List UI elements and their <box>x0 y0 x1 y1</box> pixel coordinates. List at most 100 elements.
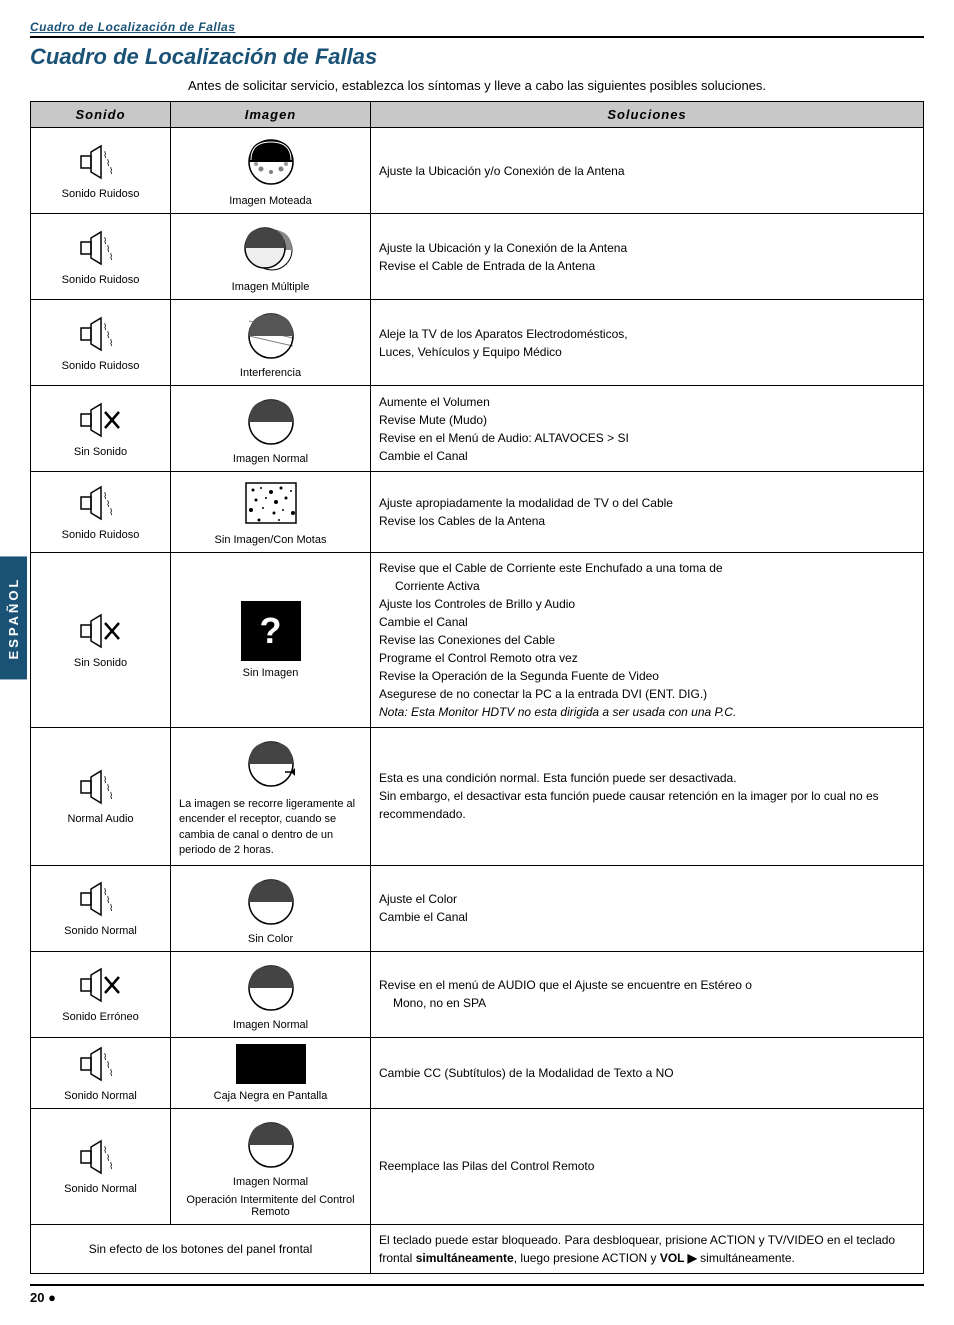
sound-label-3: Sonido Ruidoso <box>62 360 140 372</box>
col-header-sound: Sonido <box>31 102 171 128</box>
sound-cell-11: ⌇ ⌇ ⌇ Sonido Normal <box>39 1137 162 1195</box>
image-label-3: Interferencia <box>240 367 301 379</box>
table-row: ⌇ ⌇ ⌇ Sonido Ruidoso <box>31 128 924 214</box>
language-tab: ESPAÑOL <box>0 556 27 679</box>
page-number: 20 <box>30 1290 44 1305</box>
sub-label-11: Operación Intermitente del Control Remot… <box>179 1194 362 1218</box>
solutions-9: Revise en el menú de AUDIO que el Ajuste… <box>379 976 915 1012</box>
sound-label-7: Normal Audio <box>67 813 133 825</box>
sound-cell-7: ⌇ ⌇ ⌇ Normal Audio <box>39 767 162 825</box>
image-label-4: Imagen Normal <box>233 453 308 465</box>
solutions-5: Ajuste apropiadamente la modalidad de TV… <box>379 494 915 530</box>
image-cell-10: Caja Negra en Pantalla <box>179 1044 362 1102</box>
svg-text:⌇: ⌇ <box>109 791 113 801</box>
image-cell-8: Sin Color <box>179 872 362 945</box>
solutions-2: Ajuste la Ubicación y la Conexión de la … <box>379 239 915 275</box>
noisy-sound-icon: ⌇ ⌇ ⌇ <box>73 142 128 182</box>
svg-text:⌇: ⌇ <box>109 252 113 262</box>
sound-cell: ⌇ ⌇ ⌇ Sonido Ruidoso <box>39 142 162 200</box>
sound-label-5: Sonido Ruidoso <box>62 529 140 541</box>
page-footer: 20 ● <box>30 1284 924 1305</box>
image-label-5: Sin Imagen/Con Motas <box>215 534 327 546</box>
table-row: ⌇ ⌇ ⌇ Sonido Normal Imagen Normal <box>31 1108 924 1224</box>
muted-sound-icon <box>73 400 128 440</box>
intro-text: Antes de solicitar servicio, establezca … <box>30 78 924 93</box>
noisy-sound-icon-3: ⌇ ⌇ ⌇ <box>73 314 128 354</box>
scroll-image-icon <box>241 734 301 789</box>
image-label-2: Imagen Múltiple <box>232 281 310 293</box>
image-cell-7: La imagen se recorre ligeramente al ence… <box>179 734 362 859</box>
interferencia-icon <box>241 306 301 361</box>
imagen-normal-icon-9 <box>241 958 301 1013</box>
image-cell-11: Imagen Normal Operación Intermitente del… <box>179 1115 362 1218</box>
normal-sound-icon-10: ⌇ ⌇ ⌇ <box>73 1044 128 1084</box>
table-row: Sonido Erróneo Imagen Normal Revise en e… <box>31 951 924 1037</box>
solutions-8: Ajuste el Color Cambie el Canal <box>379 890 915 926</box>
normal-audio-icon: ⌇ ⌇ ⌇ <box>73 767 128 807</box>
solutions-last: El teclado puede estar bloqueado. Para d… <box>379 1231 915 1267</box>
question-mark-box: ? <box>241 601 301 661</box>
svg-text:⌇: ⌇ <box>109 1068 113 1078</box>
sound-label-9: Sonido Erróneo <box>62 1011 138 1023</box>
table-row: ⌇ ⌇ ⌇ Sonido Ruidoso <box>31 214 924 300</box>
sound-cell-8: ⌇ ⌇ ⌇ Sonido Normal <box>39 879 162 937</box>
table-row: ⌇ ⌇ ⌇ Sonido Ruidoso <box>31 300 924 386</box>
page-title: Cuadro de Localización de Fallas <box>30 44 924 70</box>
image-cell: Imagen Moteada <box>179 134 362 207</box>
table-row: Sin Sonido Imagen Normal Aument <box>31 386 924 472</box>
footer-bullet: ● <box>48 1290 56 1305</box>
sound-cell-4: Sin Sonido <box>39 400 162 458</box>
sound-label-1: Sonido Ruidoso <box>62 188 140 200</box>
black-box-image <box>236 1044 306 1084</box>
sound-cell-10: ⌇ ⌇ ⌇ Sonido Normal <box>39 1044 162 1102</box>
solutions-1: Ajuste la Ubicación y/o Conexión de la A… <box>379 162 915 180</box>
image-label-11: Imagen Normal <box>233 1176 308 1188</box>
image-label-9: Imagen Normal <box>233 1019 308 1031</box>
muted-sound-icon-6 <box>73 611 128 651</box>
solutions-3: Aleje la TV de los Aparatos Electrodomés… <box>379 325 915 361</box>
table-row: ⌇ ⌇ ⌇ Normal Audio <box>31 728 924 866</box>
sound-label-11: Sonido Normal <box>64 1183 137 1195</box>
solutions-7: Esta es una condición normal. Esta funci… <box>379 769 915 823</box>
solutions-11: Reemplace las Pilas del Control Remoto <box>379 1157 915 1175</box>
image-label-1: Imagen Moteada <box>229 195 312 207</box>
imagen-normal-icon-11 <box>241 1115 301 1170</box>
span-label: Sin efecto de los botones del panel fron… <box>89 1242 313 1256</box>
col-header-solutions: Soluciones <box>371 102 924 128</box>
svg-text:⌇: ⌇ <box>109 903 113 913</box>
image-label-6: Sin Imagen <box>243 667 299 679</box>
sound-cell-5: ⌇ ⌇ ⌇ Sonido Ruidoso <box>39 483 162 541</box>
image-cell-4: Imagen Normal <box>179 392 362 465</box>
image-label-10: Caja Negra en Pantalla <box>214 1090 328 1102</box>
solutions-10: Cambie CC (Subtítulos) de la Modalidad d… <box>379 1064 915 1082</box>
sound-label-8: Sonido Normal <box>64 925 137 937</box>
noisy-sound-icon-5: ⌇ ⌇ ⌇ <box>73 483 128 523</box>
col-header-image: Imagen <box>171 102 371 128</box>
sound-cell-2: ⌇ ⌇ ⌇ Sonido Ruidoso <box>39 228 162 286</box>
span-label-cell: Sin efecto de los botones del panel fron… <box>31 1224 371 1273</box>
sound-cell-3: ⌇ ⌇ ⌇ Sonido Ruidoso <box>39 314 162 372</box>
imagen-multiple-icon <box>238 220 303 275</box>
solutions-6: Revise que el Cable de Corriente este En… <box>379 559 915 721</box>
image-cell-6: ? Sin Imagen <box>179 601 362 679</box>
svg-text:⌇: ⌇ <box>109 507 113 517</box>
breadcrumb: Cuadro de Localización de Fallas <box>30 20 924 34</box>
normal-sound-icon-11: ⌇ ⌇ ⌇ <box>73 1137 128 1177</box>
erroneo-sound-icon <box>73 965 128 1005</box>
table-row-last: Sin efecto de los botones del panel fron… <box>31 1224 924 1273</box>
sound-cell-9: Sonido Erróneo <box>39 965 162 1023</box>
sin-color-icon <box>241 872 301 927</box>
sound-cell-6: Sin Sonido <box>39 611 162 669</box>
troubleshoot-table: Sonido Imagen Soluciones ⌇ ⌇ <box>30 101 924 1274</box>
sound-label-10: Sonido Normal <box>64 1090 137 1102</box>
sound-label-4: Sin Sonido <box>74 446 127 458</box>
sound-label-6: Sin Sonido <box>74 657 127 669</box>
image-cell-2: Imagen Múltiple <box>179 220 362 293</box>
image-cell-3: Interferencia <box>179 306 362 379</box>
table-row: ⌇ ⌇ ⌇ Sonido Normal Caja Negra en Pantal… <box>31 1037 924 1108</box>
table-row: ⌇ ⌇ ⌇ Sonido Ruidoso <box>31 472 924 553</box>
imagen-moteada-icon <box>241 134 301 189</box>
image-cell-5: Sin Imagen/Con Motas <box>179 478 362 546</box>
solutions-4: Aumente el Volumen Revise Mute (Mudo) Re… <box>379 393 915 465</box>
image-label-8: Sin Color <box>248 933 293 945</box>
